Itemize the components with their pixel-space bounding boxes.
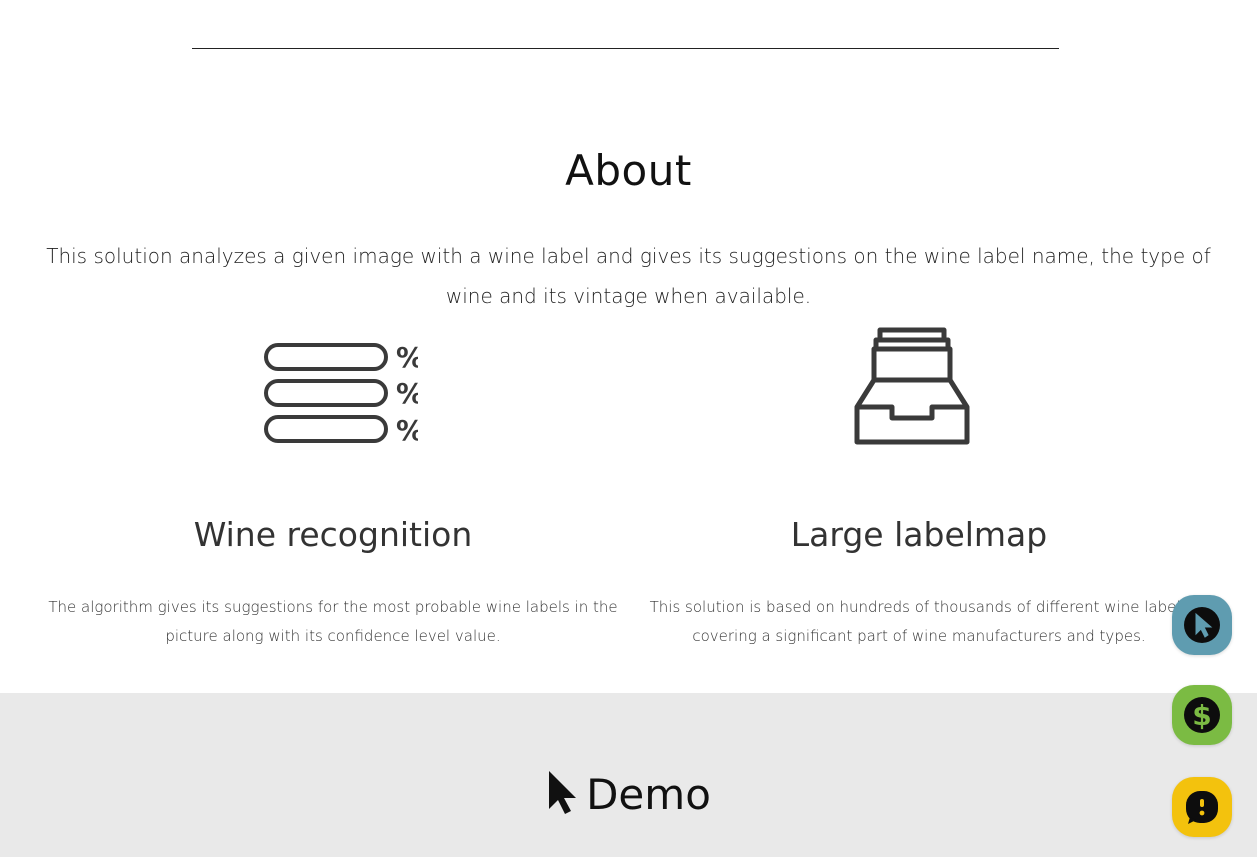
demo-title: Demo	[586, 770, 711, 819]
page: About This solution analyzes a given ima…	[0, 0, 1257, 857]
about-description: This solution analyzes a given image wit…	[46, 244, 1211, 308]
demo-section: Demo	[0, 693, 1257, 857]
feature-text: The algorithm gives its suggestions for …	[48, 598, 618, 645]
percent-list-icon: % % %	[264, 341, 418, 447]
feature-wine-recognition: % % % Wine recognition The algorithm giv…	[38, 325, 628, 645]
top-divider	[192, 48, 1059, 49]
dollar-icon: $	[1184, 697, 1220, 733]
about-title: About	[565, 146, 692, 195]
svg-text:%: %	[396, 414, 418, 447]
chat-icon	[1186, 791, 1218, 824]
feature-title: Large labelmap	[790, 515, 1048, 554]
feature-title: Wine recognition	[193, 515, 473, 554]
floating-pricing-button[interactable]: $	[1172, 685, 1232, 745]
svg-text:%: %	[396, 377, 418, 410]
svg-text:$: $	[1192, 699, 1211, 732]
demo-heading: Demo	[0, 769, 1257, 819]
feature-large-labelmap: Large labelmap This solution is based on…	[624, 325, 1214, 645]
feature-text: This solution is based on hundreds of th…	[649, 598, 1189, 645]
svg-text:%: %	[396, 341, 418, 374]
archive-tray-icon	[854, 327, 970, 445]
floating-chat-button[interactable]	[1172, 777, 1232, 837]
floating-demo-button[interactable]	[1172, 595, 1232, 655]
cursor-icon	[549, 771, 577, 814]
cursor-icon	[1184, 607, 1220, 643]
